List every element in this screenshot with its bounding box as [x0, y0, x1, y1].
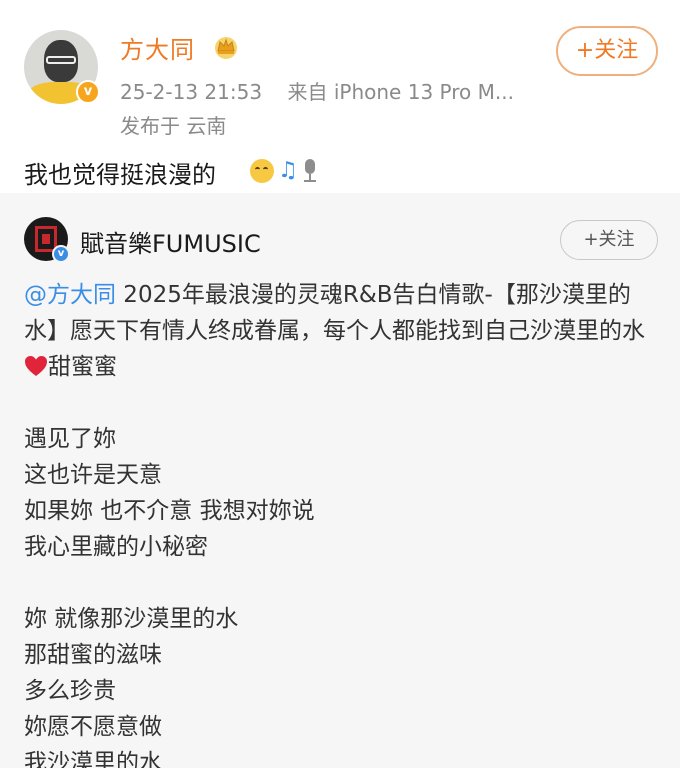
verified-badge-icon: v: [76, 80, 100, 104]
lyric-line: 多么珍贵: [24, 678, 116, 704]
music-note-icon: ♫: [278, 158, 298, 183]
post-meta: 25-2-13 21:53 来自 iPhone 13 Pro M...: [120, 76, 514, 105]
repost-author-name[interactable]: 賦音樂FUMUSIC: [80, 224, 261, 259]
post-time: 25-2-13 21:53: [120, 80, 263, 104]
lyric-line: 妳 就像那沙漠里的水: [24, 606, 239, 632]
repost-body-tail: 甜蜜蜜: [48, 354, 117, 380]
repost-body-text: 2025年最浪漫的灵魂R&B告白情歌-【那沙漠里的水】愿天下有情人终成眷属，每个…: [24, 282, 645, 344]
repost-body: @方大同 2025年最浪漫的灵魂R&B告白情歌-【那沙漠里的水】愿天下有情人终成…: [24, 277, 654, 385]
repost-follow-button[interactable]: +关注: [560, 220, 658, 260]
lyric-line: 我沙漠里的水: [24, 750, 162, 768]
post-emojis: ♫: [250, 157, 318, 185]
post-source: 来自 iPhone 13 Pro M...: [287, 80, 514, 104]
smile-emoji-icon: [250, 159, 274, 183]
mention-link[interactable]: @方大同: [24, 282, 116, 308]
verified-badge-icon: v: [52, 245, 70, 263]
reposted-card[interactable]: v 賦音樂FUMUSIC +关注 @方大同 2025年最浪漫的灵魂R&B告白情歌…: [0, 193, 680, 768]
lyric-line: 这也许是天意: [24, 462, 162, 488]
lyric-line: 妳愿不愿意做: [24, 714, 162, 740]
follow-button[interactable]: +关注: [556, 26, 658, 76]
post-header: v 方大同 25-2-13 21:53 来自 iPhone 13 Pro M..…: [0, 0, 680, 193]
lyric-line: 那甜蜜的滋味: [24, 642, 162, 668]
lyric-line: 遇见了妳: [24, 426, 116, 452]
microphone-icon: [302, 159, 318, 183]
lyric-line: 我心里藏的小秘密: [24, 534, 208, 560]
lyrics-block: 遇见了妳 这也许是天意 如果妳 也不介意 我想对妳说 我心里藏的小秘密 妳 就像…: [24, 421, 315, 768]
post-location: 发布于 云南: [120, 114, 227, 138]
lyric-line: 如果妳 也不介意 我想对妳说: [24, 498, 315, 524]
author-name[interactable]: 方大同: [120, 30, 195, 65]
red-heart-icon: [24, 352, 48, 376]
post-text: 我也觉得挺浪漫的: [24, 161, 216, 189]
vip-crown-icon: [215, 37, 237, 59]
